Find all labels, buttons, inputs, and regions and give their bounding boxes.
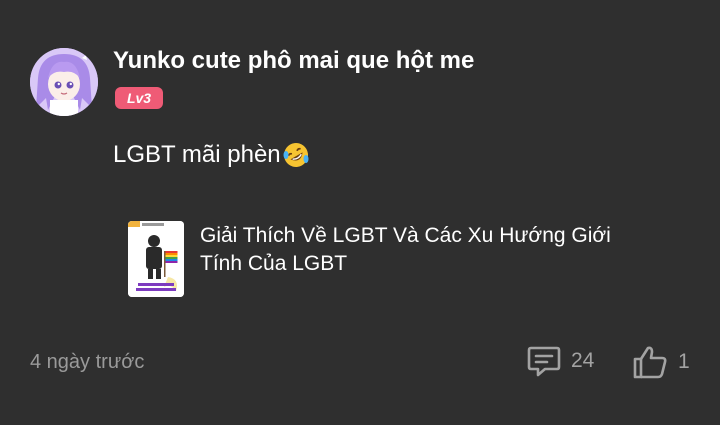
avatar[interactable]	[30, 48, 98, 116]
post-timestamp: 4 ngày trước	[30, 351, 145, 373]
rolling-on-floor-laughing-icon	[283, 143, 309, 167]
thumbs-up-icon	[633, 346, 667, 379]
post-text-row: LGBT mãi phèn	[113, 141, 310, 169]
like-button[interactable]: 1	[631, 343, 690, 381]
comment-icon	[527, 346, 561, 377]
link-thumbnail	[128, 221, 184, 297]
level-badge: Lv3	[115, 87, 163, 109]
comment-button[interactable]: 24	[526, 343, 594, 379]
like-count: 1	[678, 350, 690, 373]
comment-count: 24	[571, 349, 595, 372]
author-name[interactable]: Yunko cute phô mai que hột me	[113, 47, 474, 75]
thumbnail-image	[128, 221, 184, 297]
post-text: LGBT mãi phèn	[113, 141, 281, 168]
link-card[interactable]: Giải Thích Về LGBT Và Các Xu Hướng Giới …	[128, 221, 650, 297]
avatar-image	[30, 48, 98, 116]
link-title[interactable]: Giải Thích Về LGBT Và Các Xu Hướng Giới …	[200, 222, 650, 278]
